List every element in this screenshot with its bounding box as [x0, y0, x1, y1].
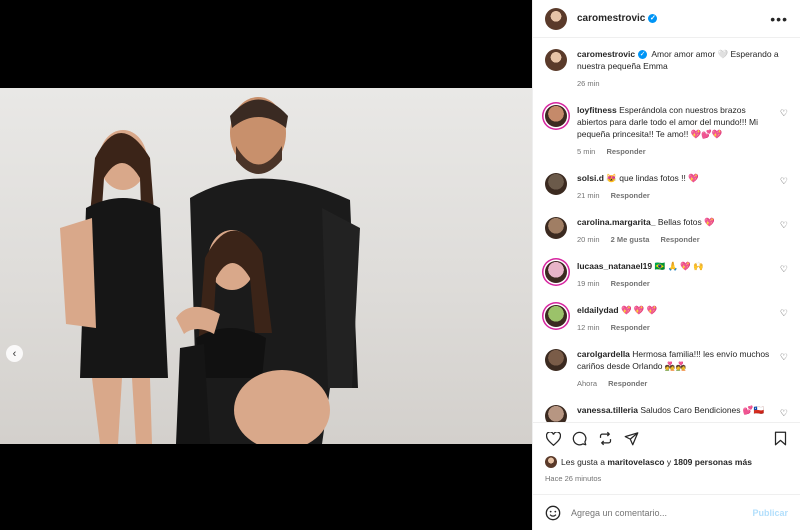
comment-time[interactable]: Ahora: [577, 379, 597, 388]
commenter-username[interactable]: carolina.margarita_: [577, 217, 655, 227]
caption: caromestrovic ✓ Amor amor amor 🤍 Esperand…: [545, 48, 788, 90]
comment-time[interactable]: 21 min: [577, 191, 600, 200]
comment-item: carolgardella Hermosa familia!!! les env…: [545, 348, 788, 390]
commenter-avatar[interactable]: [545, 261, 567, 283]
share-button[interactable]: [623, 431, 639, 447]
commenter-username[interactable]: carolgardella: [577, 349, 630, 359]
comment-like-heart-icon[interactable]: ♡: [780, 264, 788, 275]
commenter-avatar[interactable]: [545, 173, 567, 195]
comment-likes[interactable]: 2 Me gusta: [611, 235, 650, 244]
comment-like-heart-icon[interactable]: ♡: [780, 308, 788, 319]
likes-count[interactable]: 1809 personas más: [673, 457, 751, 467]
like-button[interactable]: [545, 431, 561, 447]
comment-button[interactable]: [571, 431, 587, 447]
post-photo[interactable]: ‹: [0, 88, 532, 444]
comment-time[interactable]: 19 min: [577, 279, 600, 288]
caption-time[interactable]: 26 min: [577, 79, 600, 88]
comment-item: carolina.margarita_ Bellas fotos 💖 20 mi…: [545, 216, 788, 246]
author-username-text[interactable]: caromestrovic: [577, 13, 645, 24]
reply-button[interactable]: Responder: [606, 147, 645, 156]
heart-icon: [545, 431, 561, 446]
likes-summary: Les gusta a maritovelasco y 1809 persona…: [533, 454, 800, 470]
comment-item: lucaas_natanael19 🇧🇷 🙏 💖 🙌 19 min Respon…: [545, 260, 788, 290]
author-avatar[interactable]: [545, 7, 567, 30]
post-actions-bar: [533, 422, 800, 454]
reply-button[interactable]: Responder: [611, 323, 650, 332]
comment-time[interactable]: 5 min: [577, 147, 595, 156]
commenter-username[interactable]: loyfitness: [577, 105, 617, 115]
comment-like-heart-icon[interactable]: ♡: [780, 352, 788, 363]
previous-photo-button[interactable]: ‹: [6, 345, 23, 362]
comment-time[interactable]: 12 min: [577, 323, 600, 332]
send-icon: [624, 432, 638, 446]
repost-button[interactable]: [597, 431, 613, 447]
verified-badge-icon: ✓: [638, 50, 648, 60]
comment-like-heart-icon[interactable]: ♡: [780, 176, 788, 187]
commenter-username[interactable]: lucaas_natanael19: [577, 261, 652, 271]
family-portrait-illustration: [60, 97, 360, 444]
comment-text: 💖 💖 💖: [620, 305, 658, 315]
liker-username[interactable]: maritovelasco: [607, 457, 664, 467]
post-media-pane: ‹: [0, 0, 532, 530]
posted-time[interactable]: Hace 26 minutos: [533, 474, 800, 488]
comment-text: 🇧🇷 🙏 💖 🙌: [654, 261, 704, 271]
repost-icon: [599, 431, 611, 446]
save-button[interactable]: [772, 431, 788, 447]
commenter-avatar[interactable]: [545, 305, 567, 327]
comment-item: vanessa.tilleria Saludos Caro Bendicione…: [545, 404, 788, 422]
post-side-panel: caromestrovic ✓ ••• caromestrovic ✓ Amor a…: [532, 0, 800, 530]
commenter-username[interactable]: eldailydad: [577, 305, 619, 315]
comment-item: loyfitness Esperándola con nuestros braz…: [545, 104, 788, 158]
comment-icon: [572, 431, 586, 446]
verified-badge-icon: ✓: [648, 13, 658, 23]
comment-composer: Publicar: [533, 494, 800, 530]
emoji-icon[interactable]: [545, 505, 561, 521]
commenter-avatar[interactable]: [545, 217, 567, 239]
comment-item: solsi.d 😻 que lindas fotos !! 💖 21 min R…: [545, 172, 788, 202]
post-header: caromestrovic ✓ •••: [533, 0, 800, 38]
comment-item: eldailydad 💖 💖 💖 12 min Responder ♡: [545, 304, 788, 334]
author-username[interactable]: caromestrovic ✓: [577, 13, 658, 24]
comments-list: caromestrovic ✓ Amor amor amor 🤍 Esperand…: [533, 38, 800, 422]
comment-like-heart-icon[interactable]: ♡: [780, 408, 788, 419]
caption-username[interactable]: caromestrovic: [577, 49, 635, 59]
commenter-avatar[interactable]: [545, 349, 567, 371]
comment-like-heart-icon[interactable]: ♡: [780, 108, 788, 119]
reply-button[interactable]: Responder: [611, 279, 650, 288]
comment-input[interactable]: [571, 507, 753, 518]
comment-text: Saludos Caro Bendiciones 💕🇨🇱: [640, 405, 765, 415]
caption-author-avatar[interactable]: [545, 49, 567, 71]
chevron-left-icon: ‹: [12, 347, 17, 360]
comment-text: Bellas fotos 💖: [657, 217, 715, 227]
reply-button[interactable]: Responder: [608, 379, 647, 388]
publish-button[interactable]: Publicar: [752, 508, 788, 518]
reply-button[interactable]: Responder: [660, 235, 699, 244]
bookmark-icon: [774, 431, 786, 446]
post-dialog: ‹ caromestrovic ✓ ••• caromestrovic ✓ Amor…: [0, 0, 800, 530]
liker-avatar[interactable]: [545, 456, 557, 468]
commenter-username[interactable]: vanessa.tilleria: [577, 405, 638, 415]
commenter-avatar[interactable]: [545, 105, 567, 127]
likes-conjunction: y: [664, 457, 674, 467]
commenter-avatar[interactable]: [545, 405, 567, 422]
more-options-icon[interactable]: •••: [770, 11, 788, 27]
comment-time[interactable]: 20 min: [577, 235, 600, 244]
comment-text: 😻 que lindas fotos !! 💖: [606, 173, 699, 183]
likes-prefix: Les gusta a: [561, 457, 605, 467]
comment-like-heart-icon[interactable]: ♡: [780, 220, 788, 231]
commenter-username[interactable]: solsi.d: [577, 173, 604, 183]
reply-button[interactable]: Responder: [611, 191, 650, 200]
